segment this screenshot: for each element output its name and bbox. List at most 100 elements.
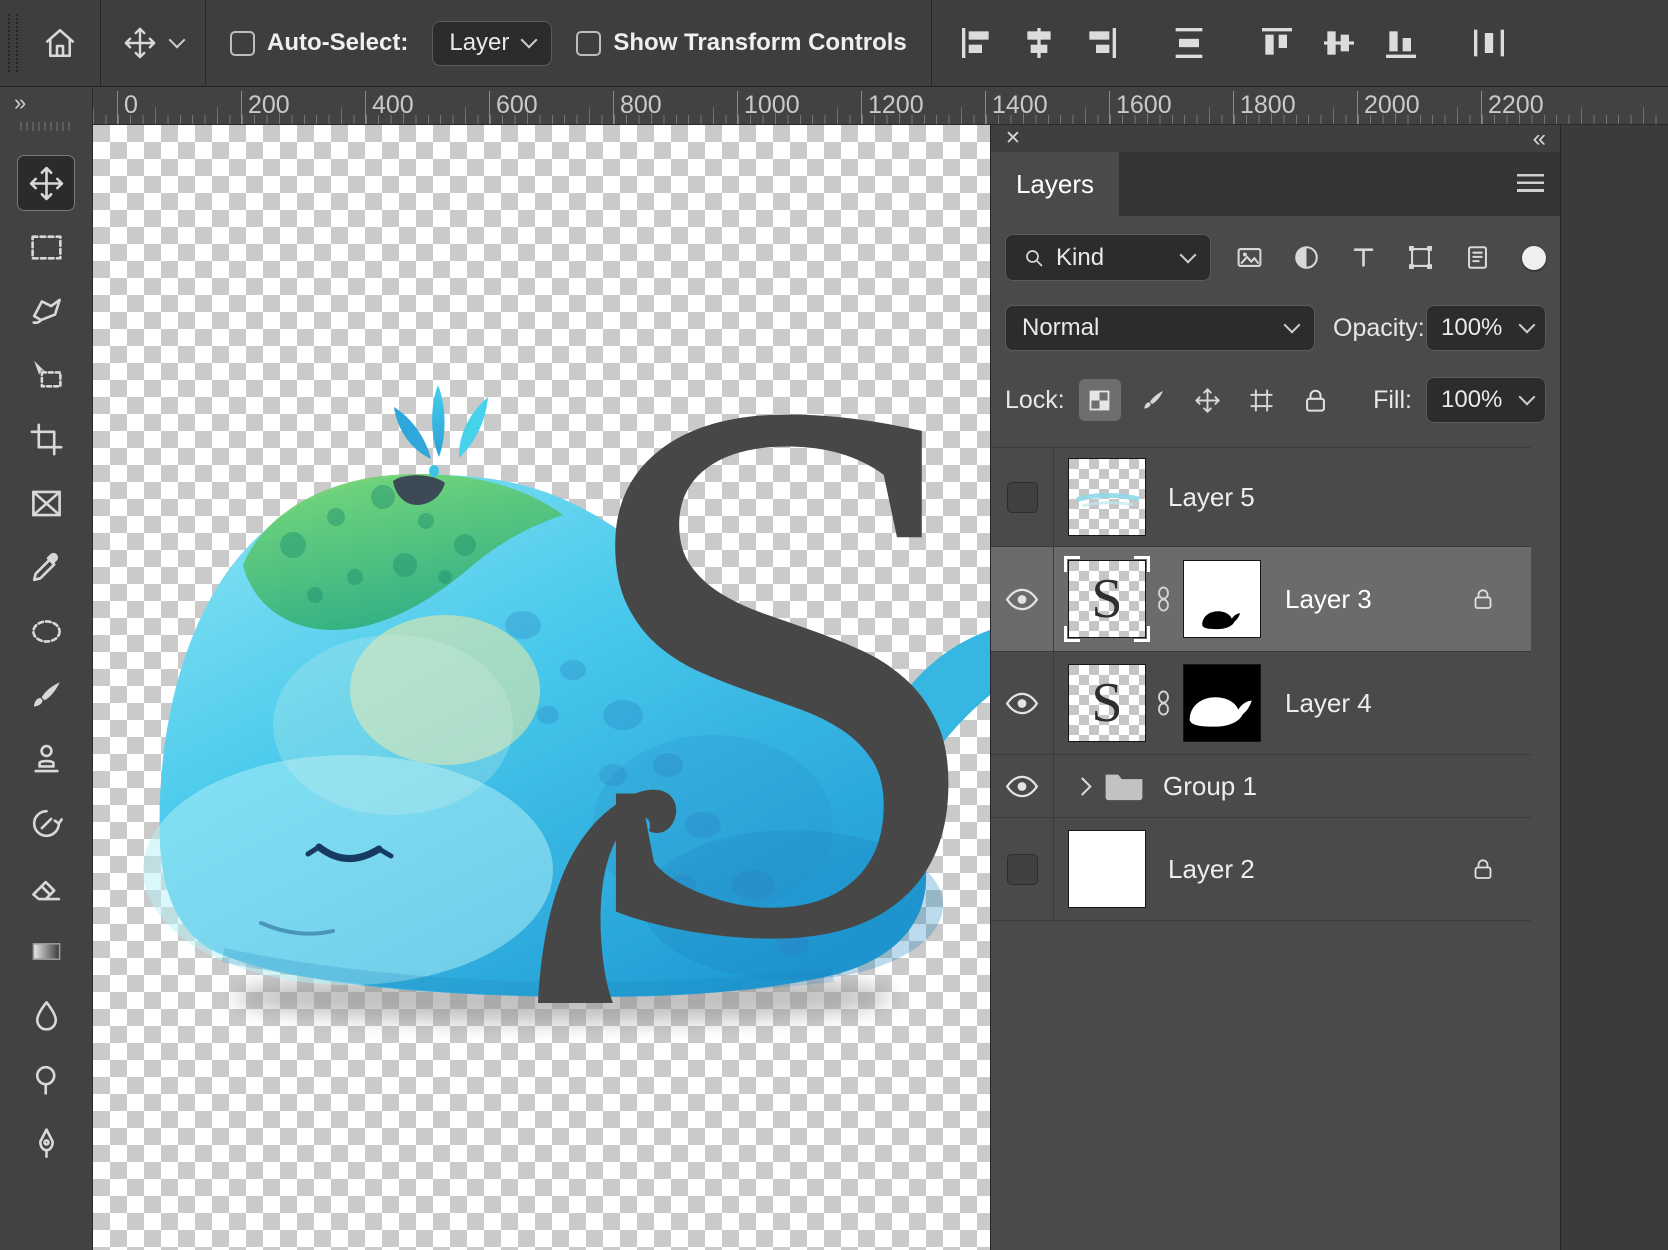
align-horizontal-centers-icon[interactable] <box>1019 23 1059 63</box>
layer-thumbnail[interactable]: S <box>1068 664 1146 742</box>
mask-link-icon[interactable] <box>1156 586 1171 612</box>
tool-eyedropper[interactable] <box>17 539 75 595</box>
layer-name[interactable]: Layer 4 <box>1285 688 1372 719</box>
toolbar-expand-button[interactable]: » <box>0 88 26 114</box>
toolbar-grip[interactable] <box>20 122 72 131</box>
tool-healing-patch[interactable] <box>17 603 75 659</box>
panel-menu-icon[interactable] <box>1517 174 1544 193</box>
filter-type-button[interactable] <box>1341 236 1385 280</box>
align-bottom-edges-icon[interactable] <box>1381 23 1421 63</box>
tools-panel: » <box>0 88 93 1250</box>
home-button[interactable] <box>34 25 86 61</box>
mask-whale-silhouette <box>1184 561 1260 637</box>
group-disclosure-chevron[interactable] <box>1073 777 1091 795</box>
opacity-label: Opacity: <box>1333 314 1425 343</box>
show-transform-checkbox[interactable]: Show Transform Controls <box>576 29 906 57</box>
layer-thumbnail-selected[interactable]: S <box>1068 560 1146 638</box>
eyedropper-icon <box>28 549 65 586</box>
show-transform-label: Show Transform Controls <box>613 29 906 57</box>
tool-eraser[interactable] <box>17 859 75 915</box>
selection-corner <box>1064 556 1080 572</box>
align-left-edges-icon[interactable] <box>957 23 997 63</box>
visibility-toggle[interactable] <box>991 448 1054 546</box>
checkbox-box <box>576 31 601 56</box>
auto-select-target-dropdown[interactable]: Layer <box>432 21 552 66</box>
visibility-toggle[interactable] <box>991 547 1054 651</box>
mask-link-icon[interactable] <box>1156 690 1171 716</box>
layer-name[interactable]: Group 1 <box>1163 771 1257 802</box>
search-icon <box>1022 246 1046 270</box>
filter-shape-button[interactable] <box>1398 236 1442 280</box>
thumbnail-letter: S <box>1091 571 1122 627</box>
tool-clone-stamp[interactable] <box>17 731 75 787</box>
fill-dropdown[interactable]: 100% <box>1426 377 1546 423</box>
layer-row-layer-5[interactable]: Layer 5 <box>991 448 1531 547</box>
filter-kind-label: Kind <box>1056 244 1104 272</box>
spout-leaf-right <box>459 397 488 458</box>
tool-crop[interactable] <box>17 411 75 467</box>
history-brush-icon <box>28 805 65 842</box>
layer-thumbnail[interactable] <box>1068 458 1146 536</box>
opacity-dropdown[interactable]: 100% <box>1426 305 1546 351</box>
move-tool-icon <box>123 26 157 60</box>
tool-brush[interactable] <box>17 667 75 723</box>
tool-rectangular-marquee[interactable] <box>17 219 75 275</box>
tool-move[interactable] <box>17 155 75 211</box>
layer-row-layer-2[interactable]: Layer 2 <box>991 818 1531 921</box>
close-icon[interactable]: ✕ <box>1005 129 1021 148</box>
tab-layers[interactable]: Layers <box>991 152 1119 216</box>
layer-name[interactable]: Layer 2 <box>1168 854 1255 885</box>
chevron-down-icon <box>1284 317 1301 334</box>
blend-mode-value: Normal <box>1022 314 1099 342</box>
selection-corner <box>1134 556 1150 572</box>
align-top-edges-icon[interactable] <box>1257 23 1297 63</box>
collapse-panel-icon[interactable]: « <box>1533 129 1546 149</box>
tool-blur[interactable] <box>17 987 75 1043</box>
tool-polygonal-lasso[interactable] <box>17 283 75 339</box>
panel-tab-strip: Layers <box>991 152 1560 216</box>
tool-pen[interactable] <box>17 1115 75 1171</box>
layer-thumbnail[interactable] <box>1068 830 1146 908</box>
distribute-horizontal-centers-icon[interactable] <box>1469 23 1509 63</box>
filter-kind-dropdown[interactable]: Kind <box>1005 234 1211 281</box>
filter-smart-object-button[interactable] <box>1455 236 1499 280</box>
tool-frame[interactable] <box>17 475 75 531</box>
auto-select-checkbox[interactable]: Auto-Select: <box>230 29 408 57</box>
layer-row-layer-3[interactable]: S Layer 3 <box>991 547 1531 652</box>
align-right-edges-icon[interactable] <box>1081 23 1121 63</box>
lock-transparency-button[interactable] <box>1079 379 1121 421</box>
visibility-toggle[interactable] <box>991 652 1054 754</box>
layer-name[interactable]: Layer 5 <box>1168 482 1255 513</box>
distribute-vertical-centers-icon[interactable] <box>1169 23 1209 63</box>
chevron-down-icon <box>1180 246 1197 263</box>
visibility-toggle[interactable] <box>991 755 1054 817</box>
layer-mask-thumbnail[interactable] <box>1183 560 1261 638</box>
lock-all-button[interactable] <box>1295 379 1337 421</box>
tool-object-selection[interactable] <box>17 347 75 403</box>
options-bar-grip[interactable] <box>8 14 18 72</box>
panel-dock <box>1560 125 1668 1250</box>
clone-stamp-icon <box>28 741 65 778</box>
align-vertical-centers-icon[interactable] <box>1319 23 1359 63</box>
horizontal-ruler[interactable]: 0 200 400 600 800 1000 1200 1400 1600 18… <box>93 88 1668 125</box>
layer-name[interactable]: Layer 3 <box>1285 584 1372 615</box>
layer-mask-thumbnail[interactable] <box>1183 664 1261 742</box>
tool-preset-move[interactable] <box>115 26 191 60</box>
document-canvas[interactable]: S <box>93 125 990 1250</box>
tool-history-brush[interactable] <box>17 795 75 851</box>
adjustment-circle-icon <box>1292 243 1321 272</box>
layer-row-group-1[interactable]: Group 1 <box>991 755 1531 818</box>
tool-gradient[interactable] <box>17 923 75 979</box>
auto-select-label: Auto-Select: <box>267 29 408 57</box>
lock-pixels-button[interactable] <box>1133 379 1175 421</box>
visibility-toggle[interactable] <box>991 818 1054 920</box>
blend-mode-dropdown[interactable]: Normal <box>1005 305 1315 351</box>
lock-position-button[interactable] <box>1187 379 1229 421</box>
layer-row-layer-4[interactable]: S Layer 4 <box>991 652 1531 755</box>
filter-pixel-button[interactable] <box>1227 236 1271 280</box>
tool-dodge[interactable] <box>17 1051 75 1107</box>
filter-adjustment-button[interactable] <box>1284 236 1328 280</box>
marquee-icon <box>28 229 65 266</box>
layer-filtering-toggle[interactable] <box>1522 246 1546 270</box>
lock-artboard-button[interactable] <box>1241 379 1283 421</box>
